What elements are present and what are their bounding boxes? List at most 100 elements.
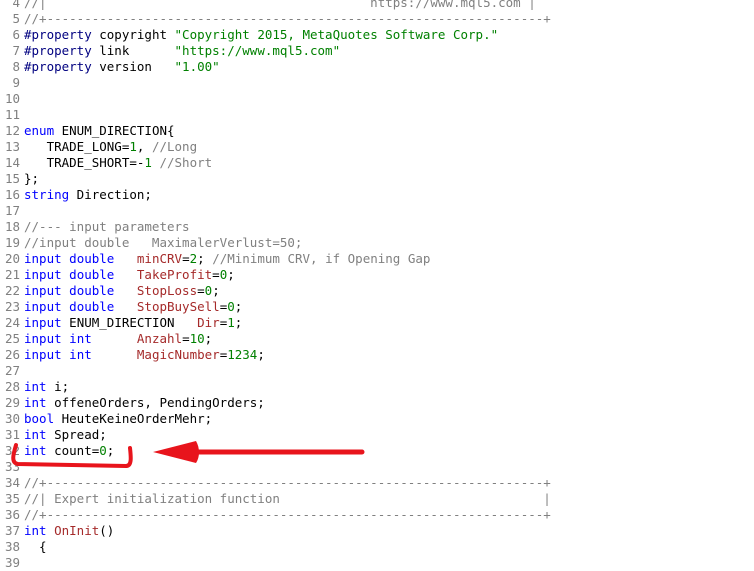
code-line[interactable]: 12 enum ENUM_DIRECTION{ <box>0 123 754 139</box>
code-line[interactable]: 32 int count=0; <box>0 443 754 459</box>
code-line[interactable]: 37 int OnInit() <box>0 523 754 539</box>
code-token: double <box>69 267 115 282</box>
code-line[interactable]: 35 //| Expert initialization function | <box>0 491 754 507</box>
code-token: }; <box>24 171 40 186</box>
line-number: 13 <box>4 139 20 154</box>
code-line[interactable]: 10 <box>0 91 754 107</box>
code-token: = <box>212 267 220 282</box>
line-number: 18 <box>4 219 20 234</box>
code-line[interactable]: 18 //--- input parameters <box>0 219 754 235</box>
code-token: TakeProfit <box>136 267 213 282</box>
code-token: offeneOrders, PendingOrders; <box>46 395 265 410</box>
code-line[interactable]: 5 //+------------------------------------… <box>0 11 754 27</box>
line-number: 20 <box>4 251 20 266</box>
code-line[interactable]: 25 input int Anzahl=10; <box>0 331 754 347</box>
code-token: Dir <box>197 315 220 330</box>
code-line[interactable]: 22 input double StopLoss=0; <box>0 283 754 299</box>
code-line[interactable]: 28 int i; <box>0 379 754 395</box>
code-token: version <box>91 59 175 74</box>
code-text: bool HeuteKeineOrderMehr; <box>24 411 754 427</box>
code-token: int <box>69 347 92 362</box>
line-number: 33 <box>4 459 20 474</box>
code-text: int count=0; <box>24 443 754 459</box>
code-line[interactable]: 8 #property version "1.00" <box>0 59 754 75</box>
code-line[interactable]: 39 <box>0 555 754 571</box>
code-token: input <box>24 283 62 298</box>
code-token: () <box>99 523 115 538</box>
code-line[interactable]: 20 input double minCRV=2; //Minimum CRV, … <box>0 251 754 267</box>
code-line[interactable]: 6 #property copyright "Copyright 2015, Me… <box>0 27 754 43</box>
line-number: 35 <box>4 491 20 506</box>
code-line[interactable]: 29 int offeneOrders, PendingOrders; <box>0 395 754 411</box>
code-editor[interactable]: 4 //| https://www.mql5.com | 5 //+---------… <box>0 0 754 571</box>
code-token: ; <box>204 331 213 346</box>
code-text: input ENUM_DIRECTION Dir=1; <box>24 315 754 331</box>
code-token: //--- input parameters <box>24 219 190 234</box>
line-number: 9 <box>12 75 20 90</box>
code-line[interactable]: 7 #property link "https://www.mql5.com" <box>0 43 754 59</box>
code-token: //Short <box>159 155 213 170</box>
code-token: //+-------------------------------------… <box>24 475 551 490</box>
code-line[interactable]: 33 <box>0 459 754 475</box>
code-line[interactable]: 31 int Spread; <box>0 427 754 443</box>
code-token: Direction; <box>69 187 152 202</box>
code-line[interactable]: 16 string Direction; <box>0 187 754 203</box>
code-line[interactable]: 26 input int MagicNumber=1234; <box>0 347 754 363</box>
line-number: 8 <box>12 59 20 74</box>
code-token: 0 <box>227 299 235 314</box>
code-line[interactable]: 14 TRADE_SHORT=-1 //Short <box>0 155 754 171</box>
code-line[interactable]: 34 //+-----------------------------------… <box>0 475 754 491</box>
code-text: //+-------------------------------------… <box>24 507 754 523</box>
code-token: = <box>182 251 190 266</box>
code-token: ; <box>197 251 213 266</box>
line-number: 16 <box>4 187 20 202</box>
line-number: 28 <box>4 379 20 394</box>
code-token: StopLoss <box>136 283 198 298</box>
code-line[interactable]: 4 //| https://www.mql5.com | <box>0 0 754 11</box>
code-token: input <box>24 299 62 314</box>
code-token: count= <box>46 443 100 458</box>
code-line[interactable]: 38 { <box>0 539 754 555</box>
line-number: 21 <box>4 267 20 282</box>
code-line[interactable]: 24 input ENUM_DIRECTION Dir=1; <box>0 315 754 331</box>
code-line[interactable]: 19 //input double MaximalerVerlust=50; <box>0 235 754 251</box>
code-token: TRADE_LONG= <box>24 139 130 154</box>
code-token: int <box>24 443 47 458</box>
code-token: Anzahl <box>136 331 183 346</box>
code-line[interactable]: 15}; <box>0 171 754 187</box>
code-token: bool <box>24 411 55 426</box>
code-line[interactable]: 17 <box>0 203 754 219</box>
code-line[interactable]: 9 <box>0 75 754 91</box>
code-line[interactable]: 13 TRADE_LONG=1, //Long <box>0 139 754 155</box>
code-text: #property version "1.00" <box>24 59 754 75</box>
line-number: 25 <box>4 331 20 346</box>
code-text: //| Expert initialization function | <box>24 491 754 507</box>
code-token: //+-------------------------------------… <box>24 507 551 522</box>
code-text: input double minCRV=2; //Minimum CRV, if… <box>24 251 754 267</box>
code-token: int <box>24 395 47 410</box>
code-token: //input double MaximalerVerlust=50; <box>24 235 303 250</box>
line-number: 23 <box>4 299 20 314</box>
code-token: { <box>24 539 47 554</box>
code-text: //+-------------------------------------… <box>24 475 754 491</box>
code-token: double <box>69 251 115 266</box>
line-number: 27 <box>4 363 20 378</box>
code-line[interactable]: 30 bool HeuteKeineOrderMehr; <box>0 411 754 427</box>
code-token: int <box>24 379 47 394</box>
code-token: 1234 <box>227 347 258 362</box>
code-token: 0 <box>99 443 107 458</box>
code-token: ENUM_DIRECTION{ <box>54 123 175 138</box>
code-token: HeuteKeineOrderMehr; <box>54 411 213 426</box>
code-token: input <box>24 315 62 330</box>
line-number: 7 <box>12 43 20 58</box>
code-line[interactable]: 27 <box>0 363 754 379</box>
code-token: 10 <box>189 331 205 346</box>
code-line[interactable]: 11 <box>0 107 754 123</box>
line-number: 26 <box>4 347 20 362</box>
code-text: //| https://www.mql5.com | <box>24 0 754 11</box>
code-line[interactable]: 21 input double TakeProfit=0; <box>0 267 754 283</box>
code-line[interactable]: 36 //+-----------------------------------… <box>0 507 754 523</box>
code-line[interactable]: 23 input double StopBuySell=0; <box>0 299 754 315</box>
